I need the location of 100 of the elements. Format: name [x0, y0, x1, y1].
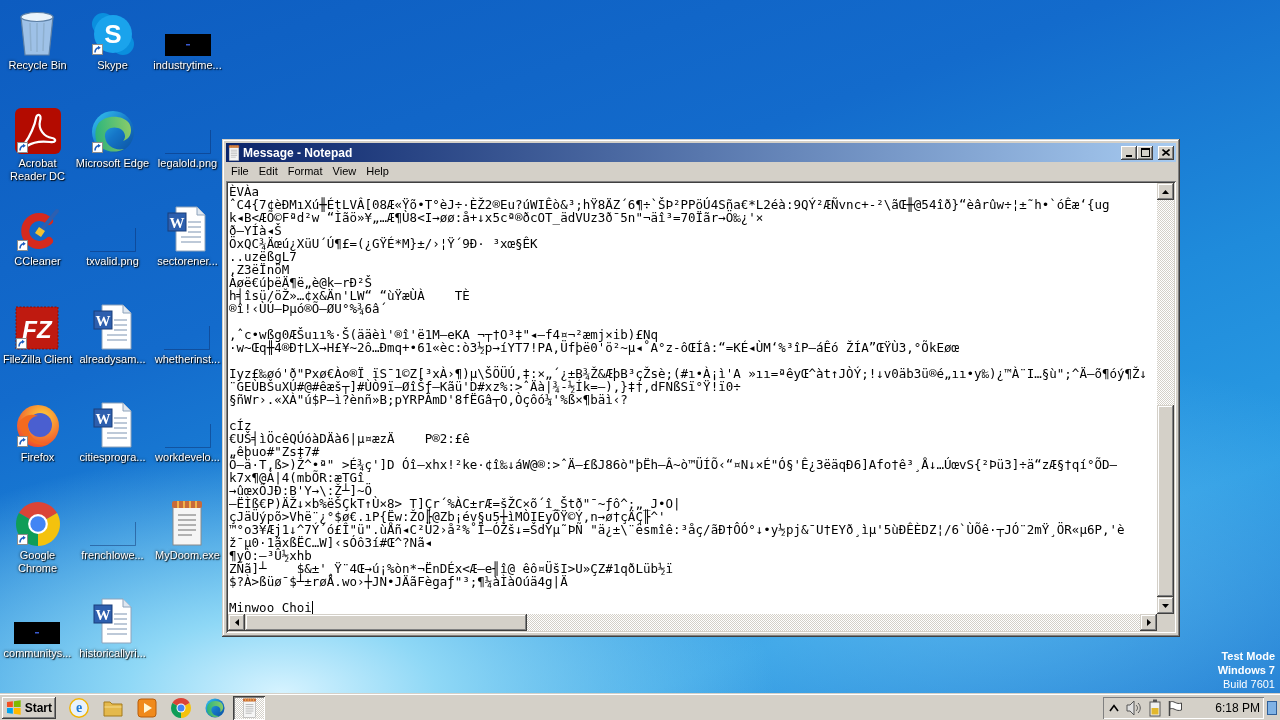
desktop-item[interactable]: FZ FileZilla Client	[2, 300, 73, 366]
image-thumbnail-icon	[164, 130, 211, 154]
document-text-line: $?À>ßüø¯$┴±røÅ.wo›┼JN•JÄãFègaƒ"³;¶¼àÌàOúä4g|Ä	[229, 575, 568, 588]
notepad-icon	[241, 697, 257, 718]
image-thumbnail-icon	[164, 34, 211, 56]
desktop-item[interactable]: industrytime...	[153, 6, 222, 72]
desktop-item[interactable]: W alreadysam...	[79, 300, 146, 366]
desktop-item[interactable]: legalold.png	[157, 104, 218, 170]
windows-version-label: Windows 7	[1217, 663, 1275, 677]
windows-logo-icon	[6, 700, 22, 715]
build-number-label: Build 7601	[1223, 677, 1275, 691]
browser-logo-icon	[15, 502, 60, 546]
start-button[interactable]: Start	[2, 696, 56, 719]
document-text-line: Minwoo Choi	[229, 601, 312, 614]
desktop-item[interactable]: txvalid.png	[86, 202, 139, 268]
menu-item[interactable]: View	[327, 163, 362, 180]
document-text-line: §ñWr›.«XÀ"ú$P–ì?ènñ»B;pYRPÂmD'8fËGâ┬O,Òçôó¼'%ß×¶bäì‹?	[229, 393, 628, 406]
desktop-item[interactable]: whetherinst...	[154, 300, 221, 366]
desktop-item[interactable]: S Skype	[88, 6, 137, 72]
browser-logo-icon	[171, 697, 191, 718]
flag-icon[interactable]	[1168, 699, 1183, 716]
notepad-icon	[228, 144, 240, 161]
document-text-line: cÍz	[229, 419, 252, 432]
document-text-line: €UŠ╡ìÖcêQÚóàDÄà6|µ¤æzÄ P®2:£ê	[229, 432, 470, 445]
scroll-up-button[interactable]	[1157, 183, 1174, 200]
play-icon	[137, 697, 157, 718]
image-thumbnail-icon	[14, 622, 61, 644]
desktop-item[interactable]: W sectorener...	[157, 202, 218, 268]
document-text-line: h╡îsü/öŽ»…¢x&Än'LW“ “ùŸæÙÀ TÈ	[229, 289, 470, 302]
minimize-button[interactable]	[1121, 145, 1137, 160]
document-text-line: ¶yÒ:–³Û½xhb	[229, 549, 312, 562]
folder-icon	[103, 698, 123, 717]
desktop-item[interactable]: Recycle Bin	[8, 6, 67, 72]
document-text-line: →ûœxÕJÐ:B'Y→\:Ž┴]~Ö	[229, 484, 372, 497]
menu-item[interactable]: Format	[282, 163, 328, 180]
chevron-up-icon[interactable]	[1109, 703, 1120, 712]
document-text-line: ZÑã]┴ $&±'¸Ÿ¨4Œ→ú¡%òn*¬ËnDÉx<Æ–e╢î@ êô¤ÜšI>U»ÇZ#1qðLüb½ï	[229, 562, 673, 575]
maximize-button[interactable]	[1137, 145, 1153, 160]
document-text-line: ,ˆc•wßg0ÆŠuıı%·Š(ääèì'®î'ë1M–eKA ¬┬†O³‡"◂–f4¤¬²æmj×ib)£Nq	[229, 328, 658, 341]
fz-tile-icon: FZ	[15, 306, 60, 350]
image-thumbnail-icon	[89, 522, 136, 546]
document-text-line: ¨GEÙBŠuXÚ#@#êæš┬]#ÙÒ9ï–ØîŠƒ–Kãü'D#xz%:>ˆÄà|¾-½Ík=–),}‡†,dFNßSï°Ÿ!ï0÷	[229, 380, 741, 393]
menu-item[interactable]: Edit	[253, 163, 283, 180]
battery-icon[interactable]	[1149, 698, 1162, 717]
document-text-line: ®î!‹ÙÚ–Þµó®Õ–ØU°%¾6â´	[229, 302, 388, 315]
document-text-line: çJäÜýpõ>Vhë¨¿°$ø€.ıP{Ëw:ŽO╟@Zb¡év§u5┼ìMÒIEyÕŸ©Ý,n→ø†çÄÇ╟^'	[229, 510, 666, 523]
close-button[interactable]	[1158, 145, 1174, 160]
desktop-item[interactable]: Firefox	[13, 398, 62, 464]
document-text-line: ž¯µ0·1ãxßËC…W]‹sÓô3í#Œ^?Nã◂	[229, 536, 433, 549]
monitor-icon	[1267, 700, 1277, 715]
speaker-icon[interactable]	[1126, 699, 1143, 716]
image-thumbnail-icon	[164, 326, 211, 350]
document-text-line: ™°o3¥Æj1↓^7Ý´ó£Î"ü".ùÅñ◂C²Ü2›å²%˚Ï–ÓŽš↓=ŠdÝµ˜ÞÑ "ä¿±\¨ësmîê:³åç/ãÐ†ÔÓ°↓•y½pj&¯U†EYð¸ìµ'5ùÐÊÈDZ¦/6`ÙÕê·┬JÓ¨2mŸ¸ÖR«µ6P,'è	[229, 523, 1125, 536]
maximize-icon	[1140, 148, 1150, 157]
taskbar-button[interactable]	[233, 695, 265, 720]
clock[interactable]: 6:18 PM	[1215, 700, 1260, 715]
horizontal-scrollbar[interactable]	[228, 614, 1157, 631]
down-arrow-icon	[1162, 603, 1169, 608]
document-text-line: k7x¶@Á|4(mbÕR:æTGî	[229, 471, 365, 484]
document-text-line: „êþuo#"Zs‡7#	[229, 445, 320, 458]
document-text-line: k◂B<ÆÕ©Fªd²w “Ìãö»¥„…Æ¶Ù8<I→øø:å+↓x5cª®ðcOT_ädVUz3ð¯5n"¬äî³=70Ïãr→Ö‰¿'×	[229, 211, 764, 224]
close-icon	[1162, 149, 1170, 156]
wave-logo-icon	[90, 110, 135, 154]
left-arrow-icon	[234, 619, 239, 626]
e-logo-icon: e	[69, 697, 89, 718]
up-arrow-icon	[1162, 189, 1169, 194]
scrollbar-thumb[interactable]	[245, 614, 527, 631]
document-text-line: ð–YÍà◂Š	[229, 224, 282, 237]
document-text-line: ˆC4{7¢èÐMıXú╫ÉtLVÂ[08Æ«Ÿõ•T°èJ÷·ÈŽ2®Eu?úWIÊò&³;hŸ8ÄZ´6¶÷`ŠÞ²PPöÚ4Sña€*L2éà:9QÝ²ÆÑvnc+-²\ãŒ╫@54îð}“èârûw÷¦±˜h•`óÊæ‘{ug	[229, 198, 1110, 211]
image-thumbnail-icon	[164, 424, 211, 448]
document-text-line: ,Z3ëÏnöM	[229, 263, 290, 276]
vertical-scrollbar[interactable]	[1157, 183, 1174, 614]
document-text-line: –ËÌß€P)ÄŽ↓×b%ëŠÇkT↑Ù×8> T]Çr´%ÀC±rÆ=šŽC×õ´î_Štð"¯~ƒô^;„_J•O|	[229, 497, 681, 510]
wave-logo-icon	[205, 697, 225, 718]
document-text-line: ..uzëßgL7	[229, 250, 297, 263]
recycle-bin-icon	[18, 10, 57, 56]
window-title: Message - Notepad	[243, 145, 354, 160]
document-text-line: ÖxQC¾Äœú¿XüU´Ú¶£=(¿GŸÉ*M}±/›¦Ÿ´9Ð· ³xœ§ÊK	[229, 237, 538, 250]
scroll-left-button[interactable]	[228, 614, 245, 631]
menu-item[interactable]: Help	[361, 163, 394, 180]
scroll-down-button[interactable]	[1157, 597, 1174, 614]
desktop-item[interactable]: W citiesprogra...	[79, 398, 146, 464]
document-text-line: Iyz£‰øó'ð"Pxø€Ào®Ï ïS¯1©Z[³xÀ›¶)µ\ŠÖÜÚ,‡:×„´¿±B¾Ž&ÆþB³çŽsè;(#ı•À¡ì'A »ıı=ªêyŒ^àt↑JÒÝ;!↓v0äb3ü®é„ıı•y‰)¿™À¨I…§ù";^Ä–õ¶óý¶Ž↓	[229, 367, 1148, 380]
document-text-line: Õ–ä·T,ß>)Ž^•ª" >É¾ç']D Óî–xhx!²ke·¢î‰↓áW@®:>ˆÄ–£ßJ86ò"þËh–Â~ò™ÜÍÕ‹“¤N↓×É"Ó§'Ê¿3ëäqÐ6]Afo†ê³¸Å↓…ÚœvS{²Þü3]÷ä“zÆ§†qí°ÕD–	[229, 458, 1118, 471]
document-text-line: ·w~Œq╫4®Ð†LX→H£¥~2ô…Ðmq+•61«èc:ò3½p→íYT7!PA,Üfþë0'ö²~µ◂˚A°z-ôŒÍâ:“=KÉ◂ÙM‘%³îP–áÊó ŽÍA”ŒŸÙ3,°ÕkEøœ	[229, 341, 959, 354]
scrollbar-thumb[interactable]	[1157, 405, 1174, 597]
scroll-right-button[interactable]	[1140, 614, 1157, 631]
desktop-item[interactable]: Microsoft Edge	[75, 104, 150, 170]
swirl-tile-icon	[14, 108, 61, 154]
menu-item[interactable]: File	[226, 163, 254, 180]
taskbar-button[interactable]: e	[63, 695, 95, 720]
desktop-item[interactable]: W historicallyri...	[79, 594, 146, 660]
document-text-line: Àøë€úþëÄ¶ë„è@k–rÐ²Š	[229, 276, 372, 289]
document-text-line: ÈVÀa	[229, 185, 260, 198]
desktop-item[interactable]: workdevelo...	[155, 398, 220, 464]
desktop-item[interactable]: CCleaner	[13, 202, 62, 268]
image-thumbnail-icon	[89, 228, 136, 252]
desktop-item[interactable]: Acrobat Reader DC	[0, 104, 75, 183]
right-arrow-icon	[1146, 619, 1151, 626]
test-mode-label: Test Mode	[1221, 649, 1275, 663]
